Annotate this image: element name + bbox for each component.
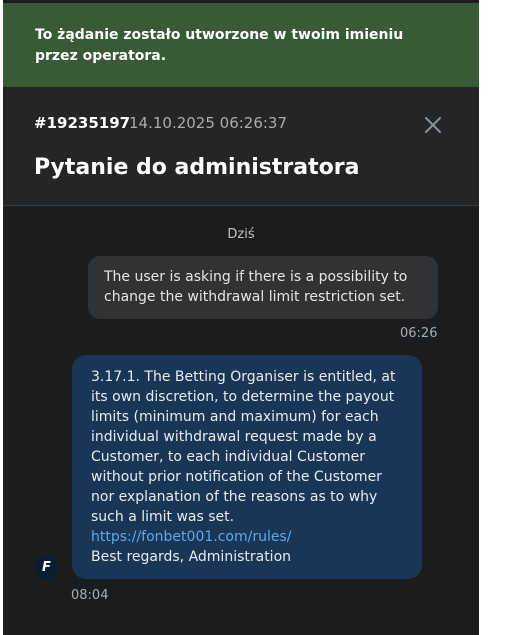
day-separator: Dziś xyxy=(227,227,255,242)
avatar-letter: F xyxy=(42,560,51,575)
admin-message-text: 3.17.1. The Betting Organiser is entitle… xyxy=(91,369,396,525)
close-icon xyxy=(425,117,441,133)
ticket-title: Pytanie do administratora xyxy=(34,155,360,180)
ticket-panel: To żądanie zostało utworzone w twoim imi… xyxy=(3,0,479,635)
user-message-text: The user is asking if there is a possibi… xyxy=(104,269,408,305)
admin-signature: Best regards, Administration xyxy=(91,549,292,565)
user-message-bubble: The user is asking if there is a possibi… xyxy=(88,256,438,319)
operator-notice-banner: To żądanie zostało utworzone w twoim imi… xyxy=(3,3,479,87)
admin-message-bubble: 3.17.1. The Betting Organiser is entitle… xyxy=(72,355,422,579)
ticket-datetime: 14.10.2025 06:26:37 xyxy=(129,114,288,132)
close-button[interactable] xyxy=(421,113,445,137)
ticket-header: #19235197 14.10.2025 06:26:37 Pytanie do… xyxy=(3,87,479,206)
ticket-id: #19235197 xyxy=(34,114,131,132)
user-message-time: 06:26 xyxy=(400,326,438,341)
admin-message-time: 08:04 xyxy=(71,588,109,603)
admin-avatar: F xyxy=(35,556,58,579)
rules-link[interactable]: https://fonbet001.com/rules/ xyxy=(91,527,406,547)
operator-notice-text: To żądanie zostało utworzone w twoim imi… xyxy=(35,27,404,64)
